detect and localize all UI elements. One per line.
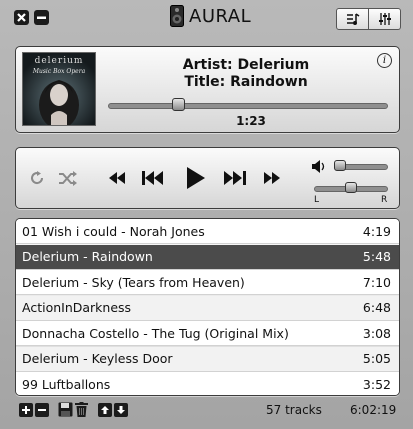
arrow-up-icon: [101, 406, 109, 414]
repeat-icon: [31, 171, 44, 185]
title-value: Raindown: [230, 74, 308, 90]
volume-slider-thumb[interactable]: [333, 160, 346, 171]
track-name: 99 Luftballons: [22, 376, 111, 392]
track-name: Delerium - Sky (Tears from Heaven): [22, 274, 245, 290]
controls-panel: L R: [15, 147, 400, 209]
shuffle-icon: [59, 171, 77, 186]
equalizer-view-button[interactable]: [369, 8, 401, 30]
play-button[interactable]: [186, 166, 206, 190]
arrow-down-icon: [117, 406, 125, 414]
rewind-icon: [109, 172, 125, 184]
plus-icon: [22, 406, 30, 414]
now-playing-panel: delerium Music Box Opera Artist: Deleriu…: [15, 46, 400, 133]
album-art: delerium Music Box Opera: [22, 52, 96, 126]
title-label: Title:: [184, 74, 226, 90]
track-duration: 5:48: [362, 249, 391, 264]
move-up-button[interactable]: [98, 403, 112, 417]
playlist-row[interactable]: Donnacha Costello - The Tug (Original Mi…: [16, 321, 399, 346]
playlist-icon: [346, 13, 359, 25]
track-name: Delerium - Raindown: [22, 249, 153, 264]
track-duration: 5:05: [362, 351, 391, 366]
close-button[interactable]: [14, 10, 29, 25]
playlist-view-button[interactable]: [336, 8, 369, 30]
move-down-button[interactable]: [114, 403, 128, 417]
fast-forward-icon: [264, 172, 280, 184]
next-track-button[interactable]: [224, 171, 246, 185]
save-playlist-button[interactable]: [58, 402, 73, 421]
balance-right-label: R: [381, 195, 388, 205]
track-name: ActionInDarkness: [22, 300, 132, 315]
playlist-row[interactable]: ActionInDarkness 6:48: [16, 295, 399, 321]
delete-playlist-button[interactable]: [75, 402, 88, 421]
title-line: Title: Raindown: [106, 74, 386, 90]
playlist: 01 Wish i could - Norah Jones 4:19 Deleriu…: [15, 218, 400, 396]
view-toggle: [336, 8, 401, 30]
track-duration: 6:48: [362, 300, 391, 315]
elapsed-time: 1:23: [236, 114, 266, 128]
playlist-row-selected[interactable]: Delerium - Raindown 5:48: [16, 244, 399, 270]
skip-back-icon: [142, 171, 163, 185]
save-icon: [58, 402, 73, 417]
balance-left-label: L: [314, 195, 320, 205]
repeat-button[interactable]: [30, 170, 46, 186]
balance-slider-thumb[interactable]: [344, 182, 357, 193]
close-icon: [17, 13, 26, 22]
track-duration: 3:08: [362, 325, 391, 341]
playlist-row[interactable]: 99 Luftballons 3:52: [16, 372, 399, 395]
app-header: AURAL: [170, 5, 251, 27]
track-count: 57 tracks: [266, 403, 322, 417]
playlist-row[interactable]: Delerium - Sky (Tears from Heaven) 7:10: [16, 270, 399, 295]
album-art-subtitle: Music Box Opera: [32, 68, 86, 75]
track-name: Delerium - Keyless Door: [22, 351, 173, 366]
volume-icon: [312, 158, 326, 177]
album-art-text: delerium: [34, 56, 84, 66]
minus-icon: [38, 409, 46, 411]
track-duration: 4:19: [362, 223, 391, 239]
minimize-icon: [37, 16, 46, 19]
artist-label: Artist:: [182, 57, 233, 73]
track-name: Donnacha Costello - The Tug (Original Mi…: [22, 325, 289, 341]
previous-track-button[interactable]: [142, 171, 164, 185]
progress-slider-thumb[interactable]: [171, 98, 185, 111]
playlist-row[interactable]: 01 Wish i could - Norah Jones 4:19: [16, 219, 399, 244]
app-title: AURAL: [189, 5, 252, 27]
play-icon: [187, 167, 205, 189]
minimize-button[interactable]: [34, 10, 49, 25]
fast-forward-button[interactable]: [263, 172, 281, 184]
info-icon[interactable]: i: [377, 53, 392, 68]
playlist-row[interactable]: Delerium - Keyless Door 5:05: [16, 346, 399, 372]
total-time: 6:02:19: [350, 403, 397, 417]
progress-slider[interactable]: [108, 103, 388, 109]
artist-line: Artist: Delerium: [106, 57, 386, 73]
skip-forward-icon: [224, 171, 246, 185]
track-name: 01 Wish i could - Norah Jones: [22, 223, 205, 239]
artist-value: Delerium: [237, 57, 310, 73]
track-duration: 3:52: [362, 376, 391, 392]
track-duration: 7:10: [362, 274, 391, 290]
speaker-logo-icon: [170, 5, 184, 27]
equalizer-icon: [378, 13, 391, 25]
remove-track-button[interactable]: [35, 403, 49, 417]
track-meta: Artist: Delerium Title: Raindown: [106, 57, 386, 90]
add-track-button[interactable]: [19, 403, 33, 417]
shuffle-button[interactable]: [58, 171, 78, 186]
trash-icon: [75, 402, 88, 417]
rewind-button[interactable]: [108, 172, 126, 184]
